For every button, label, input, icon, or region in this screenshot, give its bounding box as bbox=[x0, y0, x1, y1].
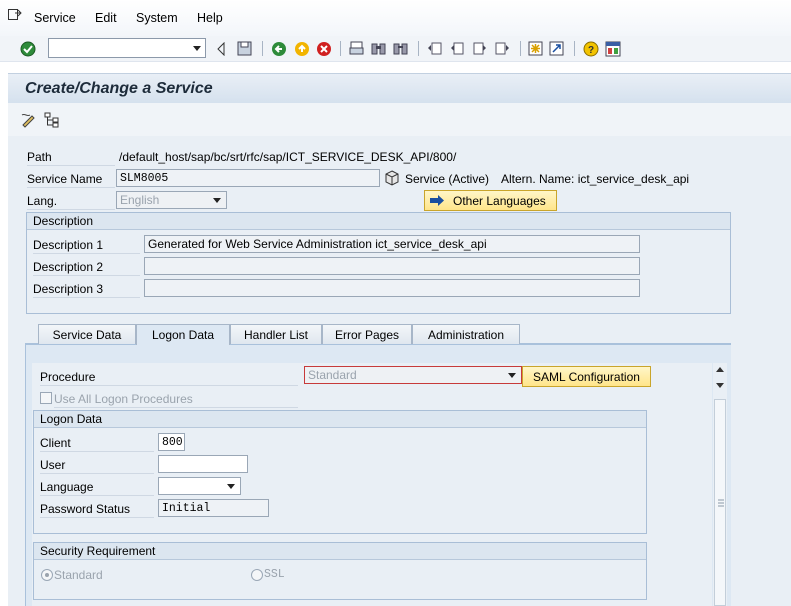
exit-icon[interactable] bbox=[293, 40, 310, 57]
chevron-down-icon[interactable] bbox=[213, 198, 221, 203]
scroll-up-icon[interactable] bbox=[715, 365, 725, 373]
next-page-icon[interactable] bbox=[472, 40, 489, 57]
tab-service-data[interactable]: Service Data bbox=[38, 324, 136, 344]
cancel-icon[interactable] bbox=[315, 40, 332, 57]
first-page-icon[interactable] bbox=[426, 40, 443, 57]
display-change-icon[interactable] bbox=[20, 111, 37, 128]
path-label: Path bbox=[27, 150, 52, 164]
logon-data-group-title: Logon Data bbox=[34, 411, 646, 428]
lang-value: English bbox=[120, 193, 160, 207]
radio-standard-label: Standard bbox=[54, 568, 103, 582]
menu-help[interactable]: Help bbox=[197, 11, 223, 25]
description-1-field[interactable]: Generated for Web Service Administration… bbox=[144, 235, 640, 253]
chevron-down-icon[interactable] bbox=[227, 484, 235, 489]
procedure-value: Standard bbox=[308, 368, 357, 382]
lang-dropdown[interactable]: English bbox=[116, 191, 227, 209]
saml-configuration-button[interactable]: SAML Configuration bbox=[522, 366, 651, 387]
scroll-track[interactable] bbox=[714, 399, 726, 606]
page-title: Create/Change a Service bbox=[25, 80, 213, 97]
chevron-down-icon[interactable] bbox=[193, 46, 201, 51]
password-status-label: Password Status bbox=[40, 502, 131, 516]
menu-bar: Service Edit System Help bbox=[0, 0, 791, 36]
service-name-label: Service Name bbox=[27, 172, 103, 186]
tab-logon-data[interactable]: Logon Data bbox=[136, 324, 230, 345]
other-languages-label: Other Languages bbox=[453, 194, 546, 208]
procedure-label: Procedure bbox=[40, 370, 96, 384]
use-all-logon-procedures-label: Use All Logon Procedures bbox=[54, 392, 193, 406]
description-3-field[interactable] bbox=[144, 279, 640, 297]
scroll-grip-icon[interactable] bbox=[717, 498, 725, 508]
service-name-field[interactable]: SLM8005 bbox=[116, 169, 380, 187]
hierarchy-icon[interactable] bbox=[43, 111, 60, 128]
user-field[interactable] bbox=[158, 455, 248, 473]
client-label: Client bbox=[40, 436, 71, 450]
create-session-icon[interactable] bbox=[527, 40, 544, 57]
description-group-title: Description bbox=[27, 213, 730, 230]
language-label: Language bbox=[40, 480, 94, 494]
radio-ssl-label: SSL bbox=[264, 568, 285, 581]
language-dropdown[interactable] bbox=[158, 477, 241, 495]
menu-edit[interactable]: Edit bbox=[95, 11, 117, 25]
collapse-icon[interactable] bbox=[212, 40, 229, 57]
service-status: Service (Active) bbox=[405, 172, 490, 186]
menu-service[interactable]: Service bbox=[34, 11, 76, 25]
password-status-field: Initial bbox=[158, 499, 269, 517]
description-3-label: Description 3 bbox=[33, 282, 104, 296]
enter-icon[interactable] bbox=[19, 40, 36, 57]
lang-label: Lang. bbox=[27, 194, 58, 208]
help-icon[interactable]: ? bbox=[582, 40, 599, 57]
find-next-icon[interactable] bbox=[392, 40, 409, 57]
other-languages-button[interactable]: Other Languages bbox=[424, 190, 557, 211]
application-toolbar bbox=[8, 103, 791, 136]
security-requirement-group: Security Requirement bbox=[33, 542, 647, 600]
previous-page-icon[interactable] bbox=[448, 40, 465, 57]
standard-toolbar: ? bbox=[0, 36, 791, 62]
customize-layout-icon[interactable] bbox=[604, 40, 621, 57]
service-status-icon bbox=[383, 169, 400, 186]
find-icon[interactable] bbox=[370, 40, 387, 57]
description-2-label: Description 2 bbox=[33, 260, 104, 274]
use-all-logon-procedures-checkbox[interactable] bbox=[40, 392, 52, 404]
procedure-dropdown[interactable]: Standard bbox=[304, 366, 522, 384]
arrow-right-icon bbox=[430, 195, 444, 206]
description-1-label: Description 1 bbox=[33, 238, 104, 252]
svg-text:?: ? bbox=[587, 45, 593, 56]
path-value: /default_host/sap/bc/srt/rfc/sap/ICT_SER… bbox=[119, 150, 457, 164]
description-2-field[interactable] bbox=[144, 257, 640, 275]
security-requirement-title: Security Requirement bbox=[34, 543, 646, 560]
user-label: User bbox=[40, 458, 66, 472]
radio-ssl[interactable] bbox=[251, 569, 263, 581]
vertical-scrollbar[interactable] bbox=[713, 363, 727, 606]
back-icon[interactable] bbox=[270, 40, 287, 57]
command-field[interactable] bbox=[48, 38, 206, 58]
alternate-name: Altern. Name: ict_service_desk_api bbox=[501, 172, 690, 186]
scroll-down-icon[interactable] bbox=[715, 382, 725, 390]
tab-error-pages[interactable]: Error Pages bbox=[322, 324, 412, 344]
shortcut-icon[interactable] bbox=[548, 40, 565, 57]
save-icon[interactable] bbox=[236, 40, 253, 57]
print-icon[interactable] bbox=[348, 40, 365, 57]
last-page-icon[interactable] bbox=[494, 40, 511, 57]
client-field[interactable]: 800 bbox=[158, 433, 185, 451]
chevron-down-icon[interactable] bbox=[508, 373, 516, 378]
menu-icon[interactable] bbox=[8, 9, 22, 21]
radio-standard[interactable] bbox=[41, 569, 53, 581]
menu-system[interactable]: System bbox=[136, 11, 178, 25]
tab-handler-list[interactable]: Handler List bbox=[230, 324, 322, 344]
title-bar: Create/Change a Service bbox=[8, 73, 791, 103]
tab-administration[interactable]: Administration bbox=[412, 324, 520, 344]
